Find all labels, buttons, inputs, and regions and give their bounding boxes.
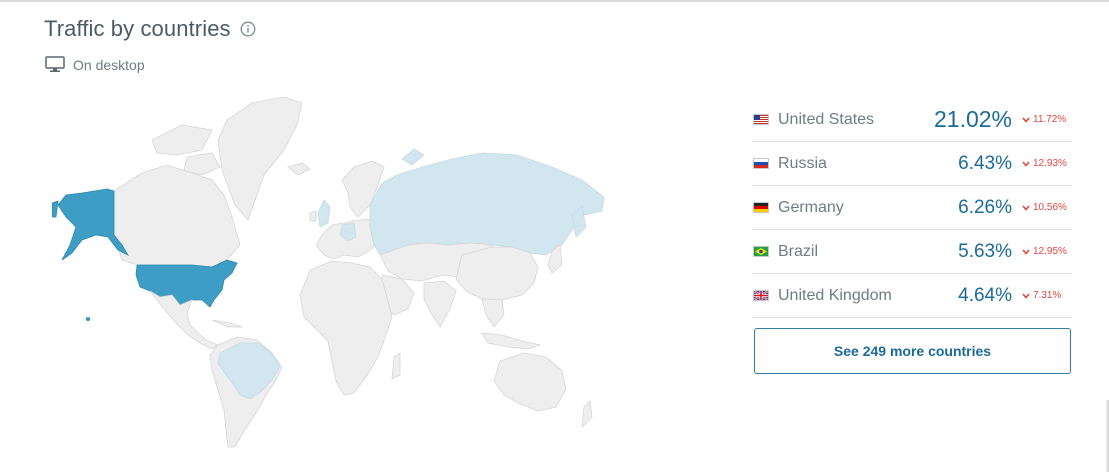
map-arctic-islands-2 — [183, 152, 221, 176]
chevron-down-icon — [1022, 160, 1030, 167]
de-flag-icon — [753, 202, 769, 213]
map-greenland — [217, 96, 303, 221]
country-name[interactable]: Russia — [778, 155, 958, 173]
device-label: On desktop — [73, 56, 145, 73]
country-row[interactable]: United Kingdom 4.64% 7.31% — [752, 274, 1072, 318]
info-icon[interactable] — [240, 21, 256, 37]
traffic-share: 4.64% — [958, 284, 1012, 306]
br-flag-icon — [753, 246, 769, 257]
traffic-share: 6.26% — [958, 196, 1012, 218]
share-change: 11.72% — [1022, 114, 1072, 125]
map-iceland — [287, 162, 311, 176]
chevron-down-icon — [1022, 248, 1030, 255]
see-more-countries-button[interactable]: See 249 more countries — [754, 328, 1071, 374]
change-value: 12.93% — [1033, 158, 1067, 169]
world-map-svg — [52, 96, 605, 448]
map-india — [423, 280, 457, 328]
country-name[interactable]: United Kingdom — [778, 287, 958, 305]
chevron-down-icon — [1022, 204, 1030, 211]
map-africa — [299, 260, 393, 396]
change-value: 10.56% — [1033, 202, 1067, 213]
map-madagascar — [391, 352, 401, 380]
chevron-down-icon — [1022, 116, 1030, 123]
change-value: 7.31% — [1033, 290, 1062, 301]
map-russia — [369, 152, 605, 256]
traffic-share: 6.43% — [958, 152, 1012, 174]
country-row[interactable]: United States 21.02% 11.72% — [752, 98, 1072, 142]
country-row[interactable]: Germany 6.26% 10.56% — [752, 186, 1072, 230]
device-filter: On desktop — [45, 56, 145, 73]
share-change: 12.95% — [1022, 246, 1072, 257]
map-china — [455, 246, 539, 301]
country-name[interactable]: Brazil — [778, 243, 958, 261]
change-value: 12.95% — [1033, 246, 1067, 257]
country-name[interactable]: Germany — [778, 199, 958, 217]
map-indonesia — [481, 332, 542, 350]
share-change: 10.56% — [1022, 202, 1072, 213]
top-divider — [0, 0, 1109, 2]
country-row[interactable]: Brazil 5.63% 12.95% — [752, 230, 1072, 274]
world-map[interactable] — [52, 95, 612, 455]
map-arctic-islands — [151, 124, 213, 156]
map-alaska-islands — [52, 200, 59, 218]
us-flag-icon — [753, 114, 769, 125]
country-list: United States 21.02% 11.72% Russia 6.43%… — [752, 98, 1072, 318]
widget-header: Traffic by countries — [44, 16, 256, 42]
map-canada — [109, 164, 241, 268]
map-new-zealand — [581, 400, 593, 429]
map-caribbean — [211, 319, 243, 328]
desktop-icon — [45, 56, 65, 73]
map-australia — [493, 352, 567, 412]
share-change: 12.93% — [1022, 158, 1072, 169]
country-row[interactable]: Russia 6.43% 12.93% — [752, 142, 1072, 186]
share-change: 7.31% — [1022, 290, 1072, 301]
change-value: 11.72% — [1033, 114, 1067, 125]
map-se-asia — [481, 298, 505, 328]
chevron-down-icon — [1022, 292, 1030, 299]
ru-flag-icon — [753, 158, 769, 169]
gb-flag-icon — [753, 290, 769, 301]
widget-title: Traffic by countries — [44, 16, 231, 41]
country-name[interactable]: United States — [778, 111, 934, 129]
scrollbar-edge — [1105, 400, 1109, 472]
map-hawaii — [86, 316, 91, 321]
traffic-share: 5.63% — [958, 240, 1012, 262]
map-novaya-zemlya — [401, 148, 425, 166]
map-uk — [317, 199, 331, 228]
map-ireland — [309, 210, 317, 222]
map-usa — [135, 259, 238, 308]
traffic-share: 21.02% — [933, 106, 1012, 132]
